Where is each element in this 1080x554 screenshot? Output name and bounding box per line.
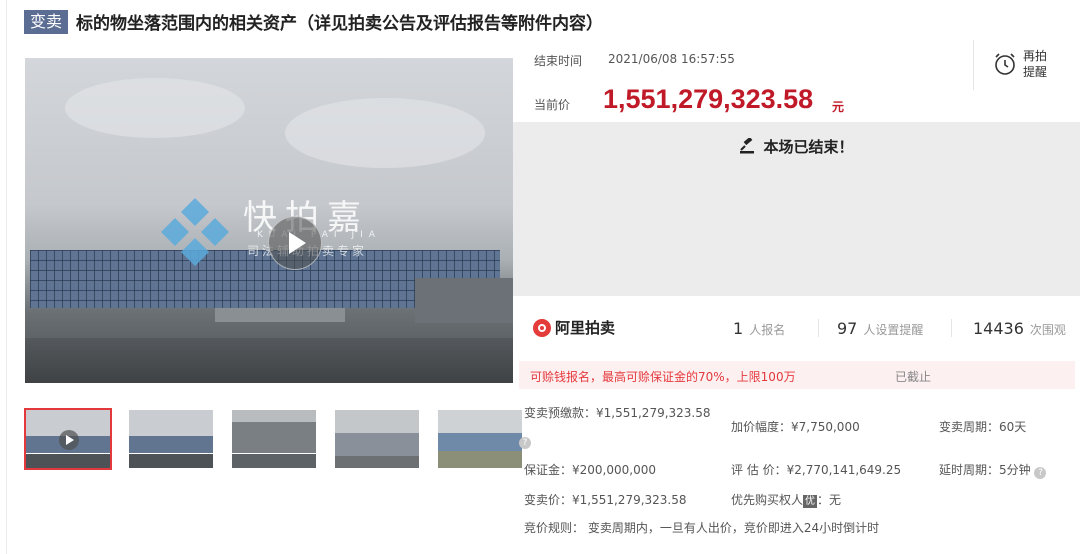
thumbnail-4[interactable] (333, 408, 421, 470)
priority-badge: 优 (803, 495, 818, 508)
auction-details: 变卖预缴款：¥1,551,279,323.58 ? 加价幅度：¥7,750,00… (513, 395, 1080, 545)
auction-status-panel: 本场已结束！ (513, 122, 1080, 296)
loan-status: 已截止 (895, 370, 932, 384)
help-icon[interactable]: ? (519, 433, 531, 449)
stats-bar: 阿里拍卖 1 人报名 97 人设置提醒 14436 次围观 (513, 297, 1080, 359)
gate-sign (215, 308, 345, 322)
sale-period: 变卖周期：60天 (939, 420, 1027, 434)
current-price-value: 1,551,279,323.58 (603, 84, 814, 114)
cloud (285, 98, 485, 168)
alipaimai-logo: 阿里拍卖 (533, 317, 615, 338)
alipaimai-logo-icon (533, 318, 551, 337)
ended-message: 本场已结束！ (513, 136, 1080, 157)
prepay-amount: 变卖预缴款：¥1,551,279,323.58 (524, 406, 711, 420)
sale-type-badge: 变卖 (24, 9, 69, 34)
thumbnail-2[interactable] (127, 408, 215, 470)
alarm-clock-icon (995, 53, 1015, 75)
divider (973, 40, 974, 90)
end-time-label: 结束时间 (534, 54, 583, 68)
bidding-rule: 竞价规则： 变卖周期内，一旦有人出价，竞价即进入24小时倒计时 (524, 521, 880, 535)
appraisal-price: 评 估 价：¥2,770,141,649.25 (731, 463, 902, 477)
remind-label: 再拍提醒 (1023, 49, 1048, 79)
thumbnail-strip (24, 408, 539, 470)
loan-text: 可赊钱报名，最高可赊保证金的70%，上限100万 (530, 370, 796, 384)
end-time-value: 2021/06/08 16:57:55 (608, 52, 735, 66)
main-image-viewer[interactable]: 快拍嘉 KUAI PAI JIA 司法辅助拍卖专家 (25, 58, 513, 383)
deposit-amount: 保证金：¥200,000,000 (524, 463, 656, 477)
thumbnail-3[interactable] (230, 408, 318, 470)
building-photo (25, 248, 513, 338)
help-icon[interactable]: ? (1034, 467, 1047, 479)
bid-increment: 加价幅度：¥7,750,000 (731, 420, 860, 434)
remind-button[interactable]: 再拍提醒 (993, 48, 1053, 80)
sale-price: 变卖价：¥1,551,279,323.58 (524, 493, 687, 507)
left-frame-line (6, 0, 7, 554)
play-video-button[interactable] (268, 216, 322, 270)
road (25, 338, 513, 383)
kuaipaijia-logo-icon (161, 198, 229, 266)
gavel-icon (740, 138, 755, 154)
price-unit: 元 (832, 100, 845, 114)
priority-buyer: 优先购买权人优：无 (731, 493, 842, 508)
view-count: 14436 次围观 (973, 319, 1066, 338)
thumbnail-1[interactable] (24, 408, 112, 470)
signup-count: 1 人报名 (733, 319, 786, 338)
auction-info: 结束时间 2021/06/08 16:57:55 当前价 1,551,279,3… (513, 40, 1080, 122)
loan-notice[interactable]: 可赊钱报名，最高可赊保证金的70%，上限100万 已截止 (519, 361, 1075, 389)
platform-name: 阿里拍卖 (555, 319, 616, 337)
thumbnail-5[interactable] (436, 408, 524, 470)
page-title: 标的物坐落范围内的相关资产（详见拍卖公告及评估报告等附件内容） (76, 14, 604, 34)
play-icon (59, 430, 79, 450)
current-price-label: 当前价 (534, 98, 571, 112)
reminder-count: 97 人设置提醒 (837, 319, 924, 338)
title-row: 变卖 标的物坐落范围内的相关资产（详见拍卖公告及评估报告等附件内容） (24, 9, 603, 34)
ended-message-text: 本场已结束！ (763, 138, 854, 156)
delay-period: 延时周期：5分钟 ? (939, 461, 1047, 479)
cloud (65, 78, 245, 138)
